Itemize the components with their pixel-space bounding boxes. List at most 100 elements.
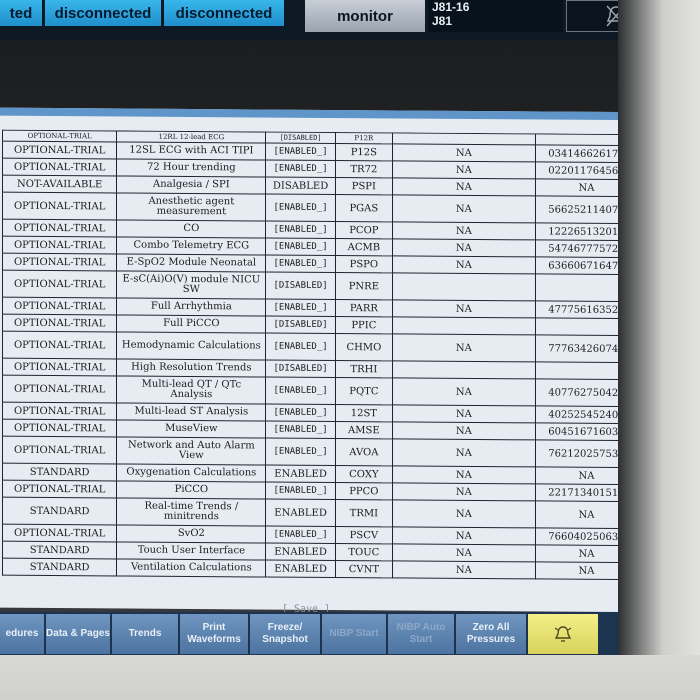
cell-state[interactable]: DISABLED: [265, 177, 336, 195]
cell-na: NA: [392, 404, 536, 423]
cell-code: AMSE: [335, 421, 393, 439]
cell-code: PARR: [335, 299, 393, 317]
cell-name: Network and Auto Alarm View: [116, 436, 266, 466]
cell-state[interactable]: ENABLED: [265, 499, 336, 527]
cell-code: TOUC: [335, 543, 393, 561]
cell-license: OPTIONAL-TRIAL: [2, 130, 117, 142]
cell-na: NA: [392, 194, 536, 223]
cell-state[interactable]: [ENABLED_]: [265, 333, 336, 361]
cell-na: NA: [392, 160, 536, 179]
cell-state[interactable]: ENABLED: [265, 560, 336, 578]
status-button-disconnected-2[interactable]: disconnected: [164, 0, 284, 26]
license-table-container: OPTIONAL-TRIAL 12RL 12-lead ECG [DISABLE…: [2, 130, 638, 604]
cell-name: Combo Telemetry ECG: [116, 236, 266, 256]
cell-name: Anesthetic agent measurement: [116, 192, 266, 222]
softkey-trends[interactable]: Trends: [112, 614, 178, 654]
softkey-alarm[interactable]: [528, 614, 598, 654]
cell-state: [DISABLED]: [265, 132, 336, 144]
cell-state[interactable]: ENABLED: [265, 543, 336, 561]
cell-state[interactable]: [ENABLED_]: [265, 194, 336, 222]
cell-na: NA: [392, 333, 536, 362]
cell-license: OPTIONAL-TRIAL: [2, 358, 117, 376]
softkey-nibp-start[interactable]: NIBP Start: [322, 614, 386, 654]
cell-name: MuseView: [116, 419, 266, 439]
cell-name: Touch User Interface: [116, 541, 266, 561]
cell-state[interactable]: [ENABLED_]: [265, 238, 336, 256]
cell-state[interactable]: [ENABLED_]: [265, 143, 336, 161]
cell-license: STANDARD: [2, 558, 117, 576]
cell-state[interactable]: [ENABLED_]: [265, 160, 336, 178]
cell-license: STANDARD: [2, 541, 117, 559]
cell-na: NA: [392, 255, 536, 274]
cell-name: 72 Hour trending: [116, 158, 266, 178]
cell-state[interactable]: [DISABLED]: [265, 316, 336, 334]
alarm-bell-icon: [554, 626, 572, 642]
cell-name: CO: [116, 219, 266, 239]
cell-code: PNRE: [335, 272, 393, 300]
cell-na: NA: [392, 543, 536, 562]
cell-na: NA: [392, 526, 536, 545]
softkey-zero-all-pressures[interactable]: Zero All Pressures: [456, 614, 526, 654]
cell-state[interactable]: [DISABLED]: [265, 272, 336, 300]
softkey-edures[interactable]: edures: [0, 614, 44, 654]
bed-label-line1: J81-16: [432, 0, 470, 14]
cell-code: ACMB: [335, 238, 393, 256]
cell-state[interactable]: [ENABLED_]: [265, 221, 336, 239]
softkey-freeze-snapshot[interactable]: Freeze/ Snapshot: [250, 614, 320, 654]
cell-na: NA: [392, 221, 536, 240]
cell-code: TRMI: [335, 499, 393, 527]
status-button-partial[interactable]: ted: [0, 0, 42, 26]
cell-state[interactable]: [ENABLED_]: [265, 377, 336, 405]
cell-na: [392, 316, 536, 335]
cell-state[interactable]: [ENABLED_]: [265, 438, 336, 466]
cell-license: OPTIONAL-TRIAL: [2, 436, 117, 464]
cell-license: OPTIONAL-TRIAL: [2, 314, 117, 332]
cell-license: NOT-AVAILABLE: [2, 175, 117, 193]
cell-license: OPTIONAL-TRIAL: [2, 141, 117, 159]
cell-state[interactable]: [ENABLED_]: [265, 421, 336, 439]
cell-na: NA: [392, 177, 536, 196]
cell-name: Ventilation Calculations: [116, 558, 266, 578]
cell-code: PQTC: [335, 377, 393, 405]
status-button-disconnected-1[interactable]: disconnected: [45, 0, 161, 26]
cell-license: OPTIONAL-TRIAL: [2, 480, 117, 498]
cell-code: AVOA: [335, 438, 393, 466]
cell-na: NA: [392, 560, 536, 579]
cell-na: [392, 272, 536, 301]
softkey-print-waveforms[interactable]: Print Waveforms: [180, 614, 248, 654]
cell-state[interactable]: [ENABLED_]: [265, 404, 336, 422]
cell-license: OPTIONAL-TRIAL: [2, 402, 117, 420]
cell-code: PSPO: [335, 255, 393, 273]
cell-code: PPCO: [335, 482, 393, 500]
cell-name: Full PiCCO: [116, 314, 266, 334]
cell-na: NA: [392, 421, 536, 440]
cell-name: Analgesia / SPI: [116, 175, 266, 195]
cell-name: PiCCO: [116, 480, 266, 500]
monitor-button[interactable]: monitor: [305, 0, 425, 32]
cell-name: Full Arrhythmia: [116, 297, 266, 317]
cell-license: OPTIONAL-TRIAL: [2, 419, 117, 437]
cell-state[interactable]: [ENABLED_]: [265, 299, 336, 317]
cell-na: NA: [392, 377, 536, 406]
cell-name: High Resolution Trends: [116, 358, 266, 378]
cell-na: NA: [392, 299, 536, 318]
cell-name: SvO2: [116, 524, 266, 544]
bezel-bottom-edge: [0, 655, 700, 700]
cell-code: P12S: [335, 143, 393, 161]
cell-license: OPTIONAL-TRIAL: [2, 253, 117, 271]
cell-license: OPTIONAL-TRIAL: [2, 375, 117, 403]
softkey-nibp-auto-start[interactable]: NIBP Auto Start: [388, 614, 454, 654]
cell-code: PSPI: [335, 177, 393, 195]
softkey-data-pages[interactable]: Data & Pages: [46, 614, 110, 654]
cell-state[interactable]: [ENABLED_]: [265, 255, 336, 273]
cell-license: STANDARD: [2, 463, 117, 481]
cell-state[interactable]: [ENABLED_]: [265, 526, 336, 544]
cell-na: [392, 360, 536, 379]
bed-label-line2: J81: [432, 14, 453, 28]
cell-code: PPIC: [335, 316, 393, 334]
cell-state[interactable]: [ENABLED_]: [265, 482, 336, 500]
cell-state[interactable]: ENABLED: [265, 465, 336, 483]
cell-state[interactable]: [DISABLED]: [265, 360, 336, 378]
cell-na: NA: [392, 143, 536, 162]
table-row: STANDARD Ventilation Calculations ENABLED C…: [2, 558, 638, 580]
